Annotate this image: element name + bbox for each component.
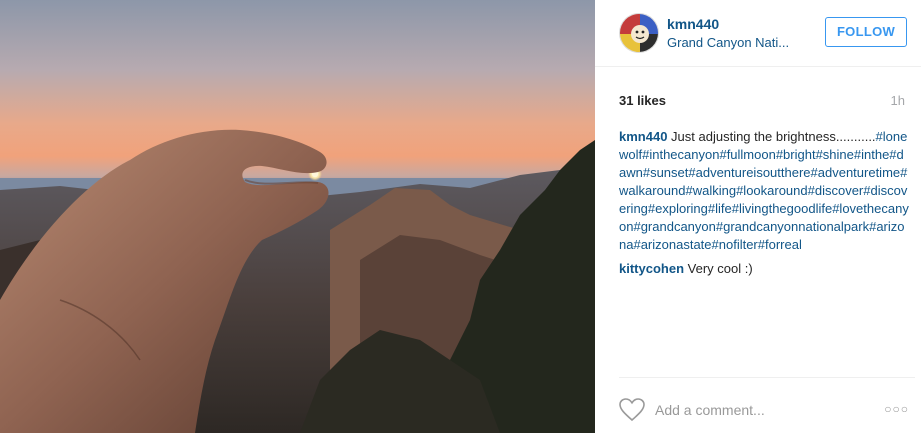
comment-text: Very cool :) [687,261,753,276]
avatar-image [620,14,658,52]
comment-item: kittycohen Very cool :) [619,260,909,278]
post-photo[interactable] [0,0,595,433]
post-header: kmn440 Grand Canyon Nati... FOLLOW [595,0,921,67]
post-sidebar: kmn440 Grand Canyon Nati... FOLLOW 31 li… [595,0,921,433]
caption-author[interactable]: kmn440 [619,129,667,144]
avatar[interactable] [619,13,659,53]
likes-row: 31 likes 1h [619,93,907,111]
photo-image [0,0,595,433]
comment-author[interactable]: kittycohen [619,261,684,276]
more-options-icon[interactable]: ○○○ [884,402,909,416]
post-timestamp[interactable]: 1h [891,93,905,108]
likes-count[interactable]: 31 likes [619,93,666,108]
follow-button[interactable]: FOLLOW [825,17,907,47]
caption-text: Just adjusting the brightness........... [671,129,876,144]
heart-icon[interactable] [619,398,645,422]
add-comment-input[interactable] [655,402,855,418]
comments-list: kmn440 Just adjusting the brightness....… [619,128,909,284]
post-location[interactable]: Grand Canyon Nati... [667,35,817,50]
post-footer: ○○○ [619,377,915,434]
post-username[interactable]: kmn440 [667,16,719,32]
caption: kmn440 Just adjusting the brightness....… [619,128,909,254]
caption-hashtags[interactable]: #lonewolf#inthecanyon#fullmoon#bright#sh… [619,129,909,252]
